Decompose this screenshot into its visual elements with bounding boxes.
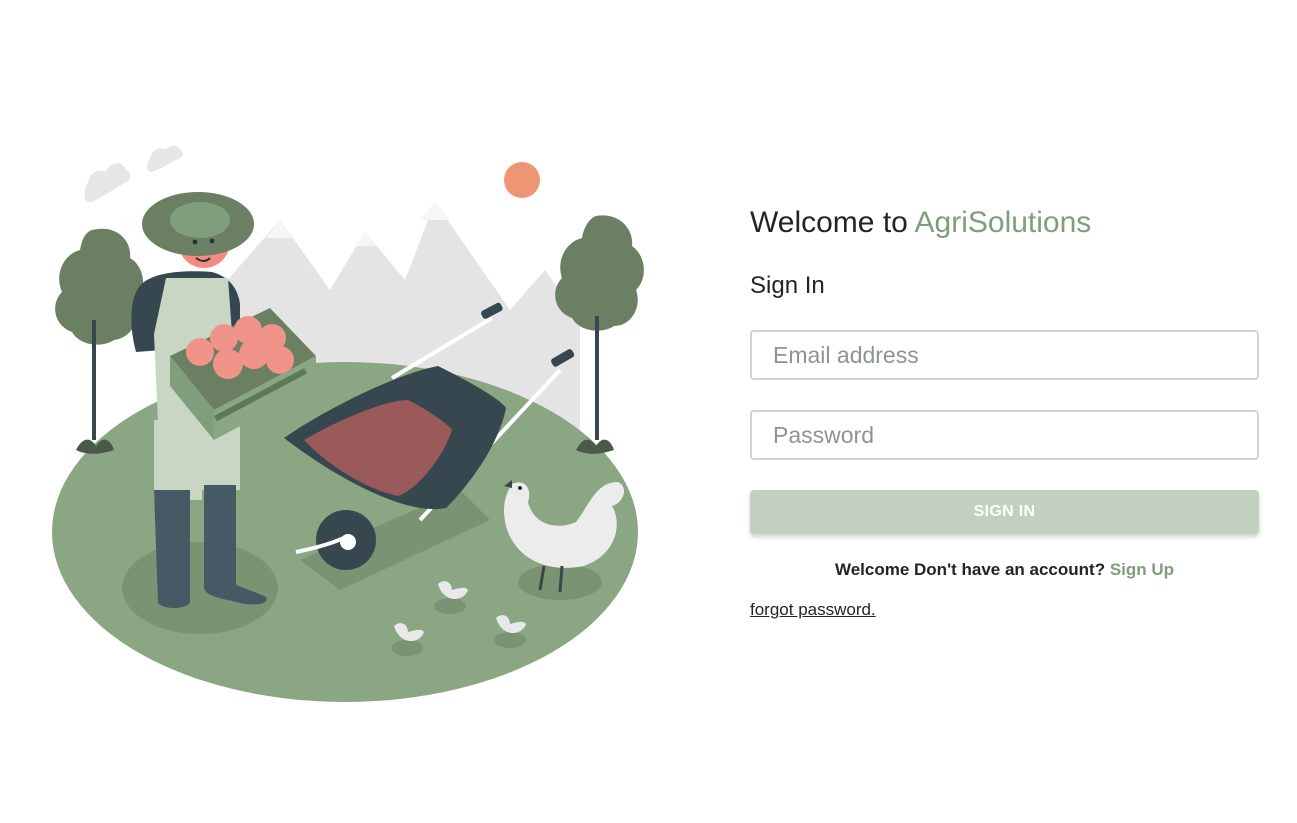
brand-name: AgriSolutions — [914, 206, 1092, 239]
forgot-password-link[interactable]: forgot password. — [750, 600, 876, 620]
cloud-icon — [84, 145, 183, 203]
signup-row: Welcome Don't have an account? Sign Up — [750, 560, 1259, 580]
farmer-illustration — [52, 145, 644, 702]
password-input[interactable] — [750, 410, 1259, 460]
email-input[interactable] — [750, 330, 1259, 380]
login-form: Welcome to AgriSolutions Sign In SIGN IN… — [750, 200, 1259, 620]
signup-prompt: Welcome Don't have an account? — [834, 560, 1110, 579]
welcome-prefix: Welcome to — [750, 206, 915, 239]
sign-up-link[interactable]: Sign Up — [1110, 560, 1174, 579]
login-page: Welcome to AgriSolutions Sign In SIGN IN… — [0, 0, 1297, 823]
signin-title: Sign In — [750, 272, 825, 299]
welcome-heading: Welcome to AgriSolutions — [750, 200, 1259, 246]
sign-in-button[interactable]: SIGN IN — [750, 490, 1259, 534]
sun-icon — [504, 162, 540, 198]
